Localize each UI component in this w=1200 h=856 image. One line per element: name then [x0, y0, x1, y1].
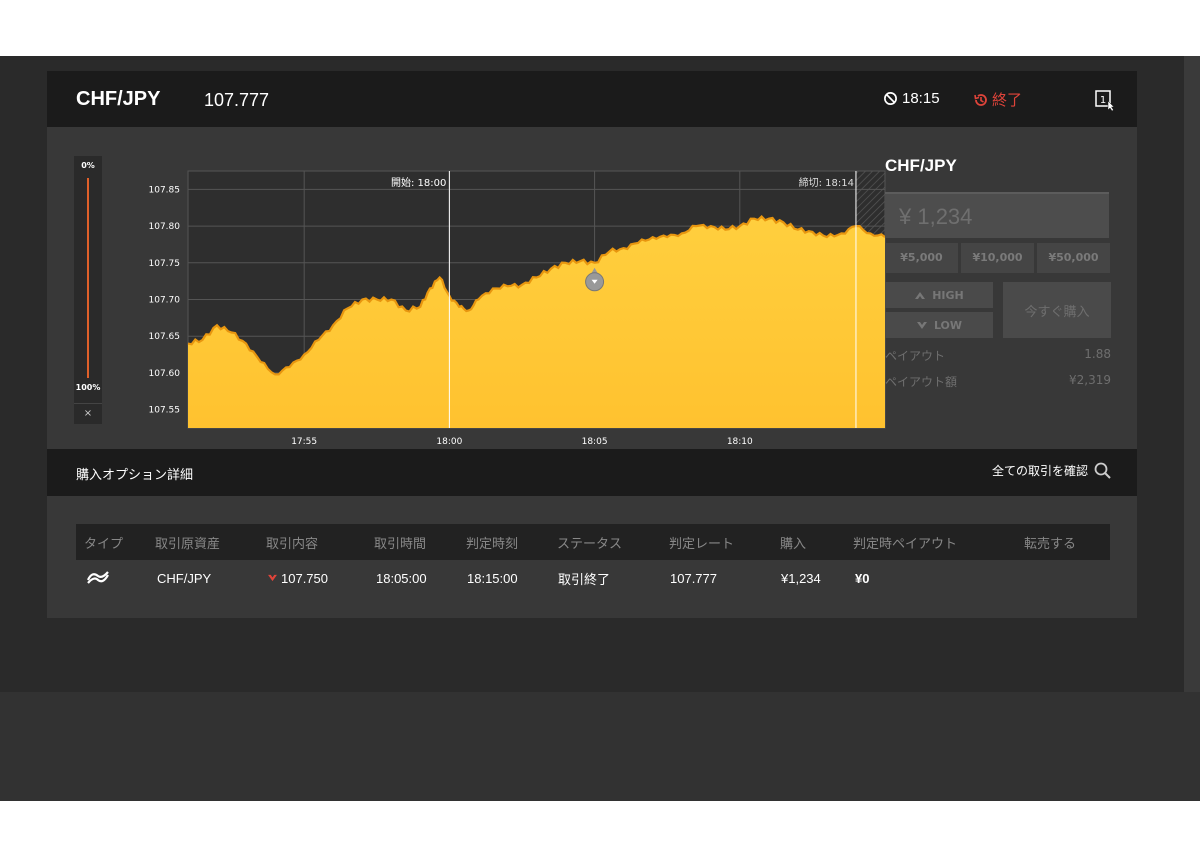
app-window: CHF/JPY 107.777 18:15 終了 1 0% 100% × 17:…: [0, 56, 1200, 801]
up-arrow-icon: [915, 291, 926, 299]
scrollbar[interactable]: [1184, 56, 1200, 692]
chart-area: 0% 100% × 17:55 18:00 18:05 18:10 107.85 107.…: [74, 156, 886, 447]
y-tick-label: 107.70: [149, 296, 181, 306]
view-all-label: 全ての取引を確認: [991, 464, 1088, 478]
y-tick-label: 107.55: [149, 406, 181, 416]
order-pair-title: CHF/JPY: [885, 156, 957, 175]
trade-table: タイプ 取引原資産 取引内容 取引時間 判定時刻 ステータス 判定レート 購入 …: [76, 524, 1110, 596]
col-content: 取引内容: [266, 536, 319, 552]
top-bar: CHF/JPY 107.777 18:15 終了 1: [47, 71, 1137, 127]
details-title: 購入オプション詳細: [76, 468, 194, 483]
payout-value: 1.88: [1084, 347, 1111, 361]
trade-panel-container: CHF/JPY 107.777 18:15 終了 1 0% 100% × 17:…: [47, 71, 1137, 618]
order-panel: CHF/JPY ¥ 1,234 ¥5,000 ¥10,000 ¥50,000 H…: [885, 156, 1111, 390]
row-asset: CHF/JPY: [157, 570, 212, 586]
x-tick-label: 18:10: [727, 437, 753, 447]
col-asset: 取引原資産: [155, 536, 221, 552]
row-judge-time: 18:15:00: [467, 570, 518, 586]
col-status: ステータス: [557, 536, 623, 552]
row-time: 18:05:00: [376, 570, 427, 586]
col-judge-time: 判定時刻: [466, 536, 519, 552]
row-payout: ¥0: [855, 570, 870, 586]
x-tick-label: 18:05: [582, 437, 608, 447]
payout-amount-label: ペイアウト額: [885, 375, 958, 389]
down-arrow-icon: [916, 321, 927, 329]
col-resale: 転売する: [1024, 536, 1077, 552]
direction-buttons: HIGH LOW: [885, 282, 993, 338]
x-tick-label: 18:00: [436, 437, 462, 447]
current-rate: 107.777: [204, 90, 270, 110]
expiry-timer: 18:15: [883, 90, 940, 107]
y-tick-label: 107.85: [149, 185, 181, 195]
row-purchase: ¥1,234: [781, 570, 821, 586]
col-purchase: 購入: [780, 536, 807, 552]
low-direction-icon: [268, 574, 277, 582]
col-judge-rate: 判定レート: [669, 536, 735, 552]
direction-row: HIGH LOW 今すぐ購入: [885, 282, 1111, 338]
y-tick-label: 107.75: [149, 259, 181, 269]
high-label: HIGH: [932, 288, 964, 302]
status-ended: 終了: [973, 89, 1022, 110]
x-tick-label: 17:55: [291, 437, 317, 447]
low-button[interactable]: LOW: [885, 312, 993, 338]
col-time: 取引時間: [374, 536, 427, 552]
payout-amount-row: ペイアウト額 ¥2,319: [885, 373, 1111, 390]
col-payout: 判定時ペイアウト: [853, 536, 958, 552]
preset-10000-button[interactable]: ¥10,000: [961, 243, 1034, 273]
payout-amount-value: ¥2,319: [1069, 373, 1111, 387]
y-tick-label: 107.60: [149, 369, 181, 379]
row-content-value: 107.750: [281, 570, 328, 586]
amount-presets: ¥5,000 ¥10,000 ¥50,000: [885, 243, 1111, 273]
row-status: 取引終了: [558, 571, 611, 587]
start-label: 開始: 18:00: [391, 176, 446, 189]
table-header: タイプ 取引原資産 取引内容 取引時間 判定時刻 ステータス 判定レート 購入 …: [76, 524, 1110, 560]
no-entry-icon: [884, 92, 897, 105]
buy-now-button[interactable]: 今すぐ購入: [1003, 282, 1111, 338]
footer-area: [0, 692, 1200, 801]
preset-50000-button[interactable]: ¥50,000: [1037, 243, 1110, 273]
timer-value: 18:15: [902, 90, 940, 107]
low-label: LOW: [933, 318, 963, 332]
history-icon: [974, 93, 987, 106]
high-button[interactable]: HIGH: [885, 282, 993, 308]
amount-input[interactable]: ¥ 1,234: [885, 192, 1109, 238]
search-icon: [1094, 462, 1111, 479]
trade-type-icon: [86, 568, 110, 589]
svg-text:1: 1: [1100, 95, 1106, 106]
row-content: 107.750: [267, 571, 328, 586]
table-row: CHF/JPY 107.750 18:05:00 18:15:00 取引終了 1…: [76, 560, 1110, 596]
payout-label: ペイアウト: [885, 349, 946, 363]
y-tick-label: 107.80: [149, 222, 181, 232]
end-label: 締切: 18:14: [799, 176, 854, 189]
preset-5000-button[interactable]: ¥5,000: [885, 243, 958, 273]
price-chart: 17:55 18:00 18:05 18:10 107.85 107.80 107.75 10…: [149, 170, 886, 447]
pair-title: CHF/JPY: [76, 88, 161, 110]
col-type: タイプ: [84, 536, 124, 552]
view-all-trades-link[interactable]: 全ての取引を確認: [992, 462, 1111, 479]
row-judge-rate: 107.777: [670, 570, 717, 586]
y-tick-label: 107.65: [149, 332, 181, 342]
expand-window-icon[interactable]: 1: [1094, 89, 1116, 115]
payout-row: ペイアウト 1.88: [885, 347, 1111, 364]
details-header: 購入オプション詳細 全ての取引を確認: [47, 449, 1137, 496]
status-text: 終了: [992, 91, 1023, 109]
